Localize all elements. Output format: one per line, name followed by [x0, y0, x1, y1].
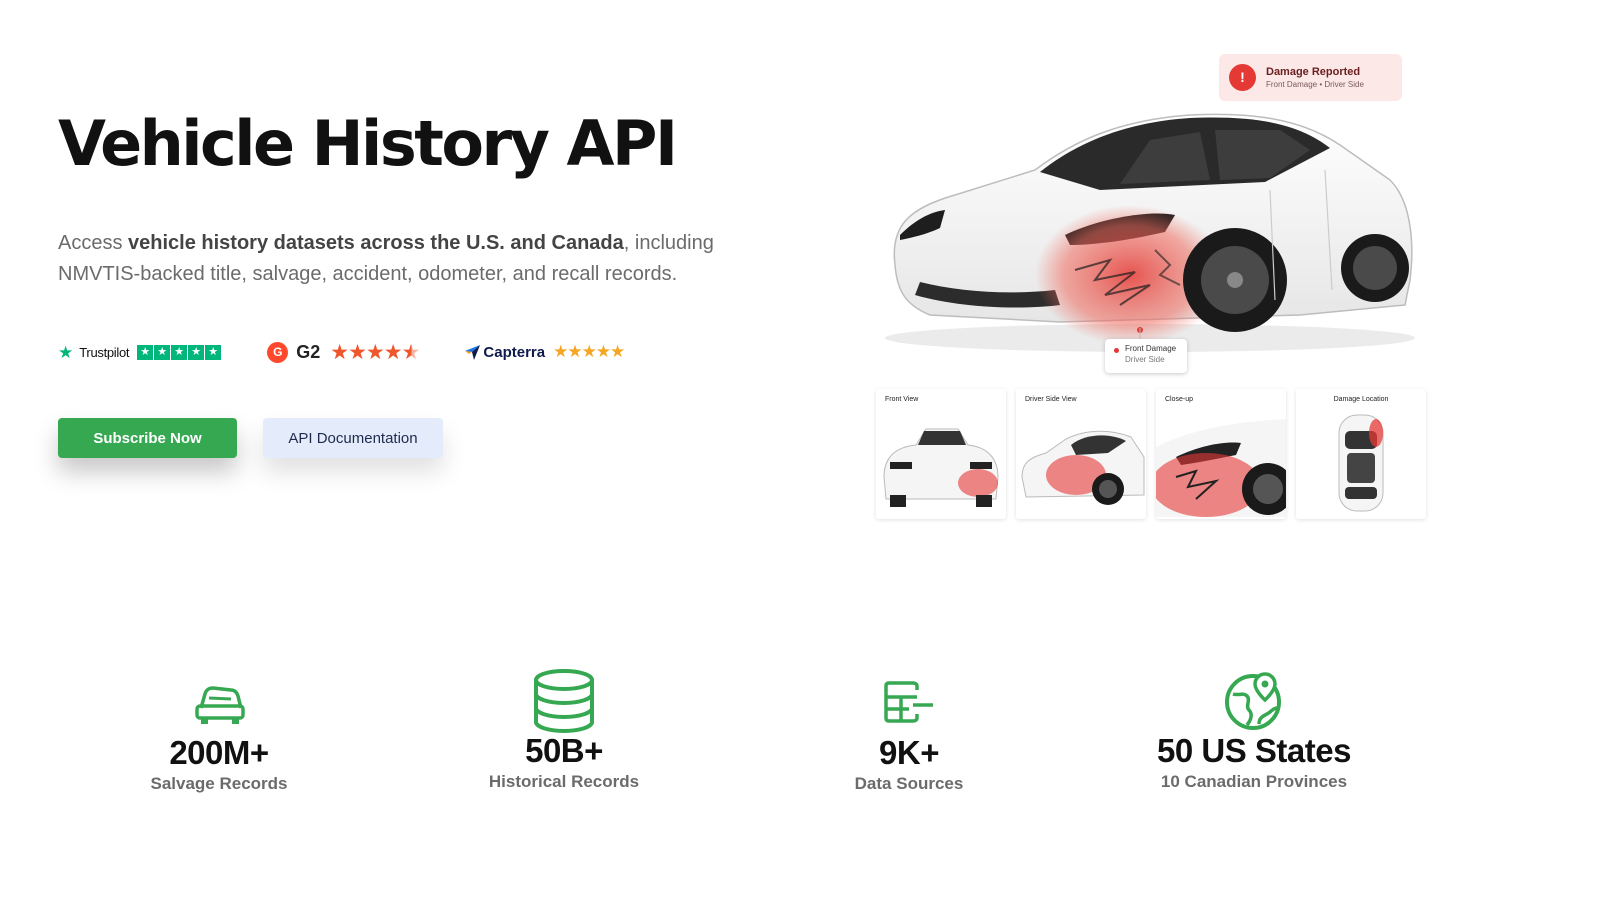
damage-badge-subtitle: Front Damage • Driver Side	[1266, 80, 1364, 89]
thumbnail-label: Close-up	[1165, 396, 1194, 403]
damage-marker-icon	[1114, 348, 1119, 353]
callout-line2: Driver Side	[1125, 355, 1165, 364]
thumbnail-gallery: Front View Driver Side View Close-up Dam…	[876, 389, 1426, 519]
data-sources-icon	[884, 681, 933, 723]
stat-value: 50 US States	[1157, 732, 1351, 769]
trustpilot-star-icon: ★	[58, 342, 74, 362]
capterra-logo-icon	[465, 344, 481, 360]
damage-reported-badge: ! Damage Reported Front Damage • Driver …	[1219, 54, 1402, 101]
star-icon: ★	[205, 344, 222, 360]
stat-value: 200M+	[169, 734, 269, 771]
trustpilot-stars: ★ ★ ★ ★ ★	[137, 344, 222, 360]
g2-stars: ★★★★★	[330, 340, 421, 364]
g2-logo-icon: G	[267, 341, 289, 363]
stat-value: 9K+	[879, 734, 939, 771]
thumbnail-driver-side-view[interactable]: Driver Side View	[1016, 389, 1146, 519]
damaged-car-image	[885, 113, 1415, 352]
stat-coverage: 50 US States 10 Canadian Provinces	[1104, 672, 1404, 792]
thumbnail-damage-location[interactable]: Damage Location	[1296, 389, 1426, 519]
damage-badge-title: Damage Reported	[1266, 66, 1361, 78]
car-top-view-icon	[1338, 414, 1384, 512]
lede-emphasis: vehicle history datasets across the U.S.…	[128, 232, 624, 255]
hero-description: Access vehicle history datasets across t…	[58, 228, 778, 290]
stat-label: Data Sources	[854, 774, 964, 793]
thumbnail-label: Damage Location	[1333, 396, 1389, 403]
g2-label: G2	[296, 341, 321, 362]
ratings-row: ★ Trustpilot ★ ★ ★ ★ ★ G G2 ★★★★★ Capter…	[58, 340, 625, 365]
capterra-label: Capterra	[483, 343, 546, 361]
stat-value: 50B+	[525, 732, 603, 769]
thumbnail-close-up[interactable]: Close-up	[1156, 389, 1286, 519]
stat-label: Salvage Records	[150, 774, 288, 793]
g2-rating[interactable]: G G2 ★★★★★	[267, 340, 421, 365]
api-documentation-button[interactable]: API Documentation	[263, 418, 443, 458]
star-icon: ★	[154, 344, 171, 360]
lede-prefix: Access	[58, 232, 129, 255]
damage-closeup-icon	[1156, 419, 1286, 517]
damage-callout: Front Damage Driver Side	[1105, 339, 1187, 373]
car-side-icon	[1021, 430, 1145, 505]
capterra-stars: ★★★★★	[553, 342, 625, 361]
star-icon: ★	[188, 344, 205, 360]
stat-label: 10 Canadian Provinces	[1160, 772, 1348, 791]
callout-line1: Front Damage	[1125, 344, 1177, 353]
stat-data-sources: 9K+ Data Sources	[759, 678, 1059, 794]
stat-salvage-records: 200M+ Salvage Records	[69, 678, 369, 794]
car-crash-icon	[195, 686, 245, 724]
subscribe-now-button[interactable]: Subscribe Now	[58, 418, 237, 458]
stat-label: Historical Records	[488, 772, 640, 791]
stat-historical-records: 50B+ Historical Records	[414, 669, 714, 792]
database-icon	[534, 669, 594, 734]
star-icon: ★	[137, 344, 154, 360]
car-front-icon	[883, 428, 999, 507]
trustpilot-label: Trustpilot	[79, 344, 130, 360]
thumbnail-label: Front View	[885, 396, 919, 403]
globe-pin-icon	[1225, 672, 1281, 730]
thumbnail-label: Driver Side View	[1025, 396, 1077, 403]
page-title: Vehicle History API	[58, 107, 678, 180]
capterra-rating[interactable]: Capterra ★★★★★	[465, 342, 625, 362]
half-star-icon: ★	[401, 340, 421, 364]
star-icon: ★	[171, 344, 188, 360]
alert-icon: !	[1229, 64, 1256, 91]
hero-section: Vehicle History API Access vehicle histo…	[58, 107, 778, 290]
stats-section: 200M+ Salvage Records 50B+ Historical Re…	[0, 669, 1600, 828]
thumbnail-front-view[interactable]: Front View	[876, 389, 1006, 519]
trustpilot-rating[interactable]: ★ Trustpilot ★ ★ ★ ★ ★	[58, 342, 222, 362]
